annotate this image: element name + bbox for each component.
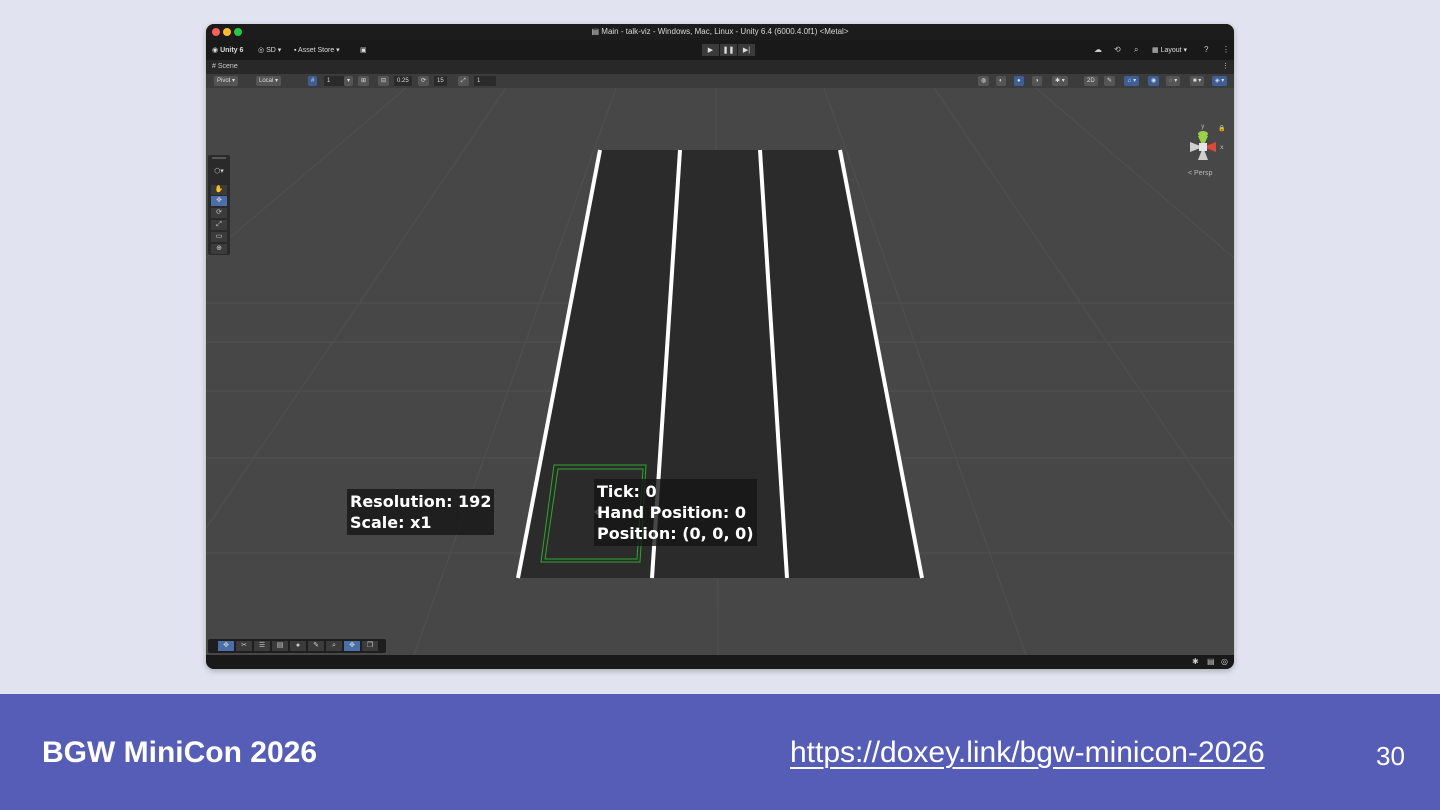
rotate-tool-icon[interactable]: ⟳ (211, 208, 227, 218)
tick-text: Tick: 0 (597, 482, 657, 501)
resolution-info-label: Resolution: 192 Scale: x1 (347, 489, 495, 535)
document-icon: ▤ (591, 27, 602, 36)
scale-tool-icon[interactable]: ⤢ (211, 220, 227, 230)
window-title: ▤ Main - talk-viz - Windows, Mac, Linux … (591, 27, 849, 36)
lighting-toggle-icon[interactable]: ✎ (1104, 76, 1116, 86)
more-options-icon[interactable]: ⋮ (1222, 45, 1230, 54)
camera-icon[interactable]: ■ ▾ (1190, 76, 1205, 86)
move-overlay-icon[interactable]: ✥ (218, 641, 234, 651)
account-icon: ◎ (258, 47, 267, 54)
grid-size-field[interactable]: 1 (324, 76, 346, 86)
scene-visibility-icon[interactable]: ◌ ▾ (1166, 76, 1181, 86)
scene-toolbar: Pivot ▾ Local ▾ # 1 ▾ ⊞ ⊟ 0.25 ⟳ 15 ⤢ 1 … (206, 74, 1234, 88)
pan-icon[interactable]: ✥ (344, 641, 360, 651)
pivot-dropdown[interactable]: Pivot ▾ (214, 76, 239, 86)
history-icon[interactable]: ⟲ (1114, 45, 1121, 54)
scene-viewport[interactable]: ⬡▾ ✋ ✥ ⟳ ⤢ ▭ ⊕ y x 🔒 < Persp Resolution:… (206, 88, 1234, 655)
panel-drag-handle[interactable] (212, 157, 226, 159)
grid-size-dropdown[interactable]: ▾ (344, 76, 354, 86)
pause-icon: ❚❚ (722, 47, 735, 54)
window-titlebar: ▤ Main - talk-viz - Windows, Mac, Linux … (206, 24, 1234, 40)
unity-menu-button[interactable]: ◉ Unity 6 (212, 46, 243, 54)
step-button[interactable]: ▶| (738, 44, 755, 56)
scale-snap-field[interactable]: 1 (474, 76, 496, 86)
cloud-icon[interactable]: ☁ (1094, 45, 1102, 54)
gizmo-y-label: y (1201, 123, 1205, 130)
hand-info-label: Tick: 0 Hand Position: 0 Position: (0, 0… (594, 479, 757, 546)
step-icon: ▶| (742, 47, 751, 54)
move-tool-icon[interactable]: ✥ (211, 196, 227, 206)
palette-icon[interactable]: ▤ (272, 641, 288, 651)
progress-check-icon[interactable]: ◎ (1221, 657, 1228, 666)
presentation-link[interactable]: https://doxey.link/bgw-minicon-2026 (790, 736, 1265, 770)
position-text: Position: (0, 0, 0) (597, 524, 754, 543)
resolution-text: Resolution: 192 (350, 492, 492, 511)
chevron-down-icon: ▾ (334, 47, 340, 54)
visibility-toggle-icon[interactable]: ◉ (1148, 76, 1160, 86)
grid-icon: # (212, 63, 216, 70)
shaded-wireframe-icon[interactable]: ◐ (996, 76, 1006, 86)
unity-logo-icon: ◉ (212, 47, 221, 54)
play-icon: ▶ (707, 47, 714, 54)
wireframe-icon[interactable]: ◍ (978, 76, 990, 86)
unity-editor-window: ▤ Main - talk-viz - Windows, Mac, Linux … (206, 24, 1234, 669)
increment-snap-icon[interactable]: ⊟ (378, 76, 390, 86)
zoom-icon[interactable]: ⌕ (326, 641, 342, 651)
tilemap-icon[interactable]: ☰ (254, 641, 270, 651)
lock-icon[interactable]: 🔒 (1218, 125, 1225, 132)
status-bar: ✱ ▤ ◎ (206, 655, 1234, 669)
chevron-down-icon: ▾ (1181, 47, 1188, 54)
pause-button[interactable]: ❚❚ (720, 44, 737, 56)
hand-position-text: Hand Position: 0 (597, 503, 746, 522)
play-button[interactable]: ▶ (702, 44, 719, 56)
grid-toggle[interactable]: # (308, 76, 318, 86)
page-number: 30 (1376, 741, 1405, 771)
snap-icon[interactable]: ⊞ (358, 76, 370, 86)
2d-toggle-icon[interactable]: 2D (1084, 76, 1098, 86)
bug-icon[interactable]: ✱ (1192, 657, 1199, 666)
transform-tool-icon[interactable]: ⊕ (211, 244, 227, 254)
hand-tool-icon[interactable]: ✋ (211, 185, 227, 195)
increment-snap-field[interactable]: 0.25 (394, 76, 412, 86)
main-toolbar: ◉ Unity 6 ◎ SD ▾ ▪ Asset Store ▾ ▣ ▶ ❚❚ … (206, 40, 1234, 60)
help-icon[interactable]: ? (1204, 45, 1208, 54)
shaded-icon[interactable]: ● (1014, 76, 1024, 86)
playback-controls: ▶ ❚❚ ▶| (702, 44, 755, 56)
rect-tool-icon[interactable]: ▭ (211, 232, 227, 242)
view-options-icon[interactable]: ⬡▾ (211, 167, 227, 177)
rotation-snap-field[interactable]: 15 (434, 76, 447, 86)
account-button[interactable]: ◎ SD ▾ (258, 46, 281, 54)
layout-icon: ▦ (1152, 47, 1161, 54)
layers-icon[interactable]: ❐ (362, 641, 378, 651)
local-dropdown[interactable]: Local ▾ (256, 76, 282, 86)
gizmo-x-label: x (1220, 144, 1224, 151)
gizmo-center[interactable] (1199, 143, 1207, 151)
scale-text: Scale: x1 (350, 513, 432, 532)
sprite-shape-icon[interactable]: ✂ (236, 641, 252, 651)
circle-icon[interactable]: ● (290, 641, 306, 651)
audio-toggle-icon[interactable]: ♫ ▾ (1124, 76, 1140, 86)
search-icon[interactable]: ⌕ (1134, 45, 1138, 55)
debug-draw-mode-icon[interactable]: ✱ ▾ (1052, 76, 1068, 86)
road (516, 149, 924, 579)
projection-toggle[interactable]: < Persp (1188, 170, 1212, 177)
scene-overlay-toolbar: ✥ ✂ ☰ ▤ ● ✎ ⌕ ✥ ❐ (208, 639, 386, 653)
tab-scene[interactable]: # Scene (212, 63, 238, 70)
paint-icon[interactable]: ✎ (308, 641, 324, 651)
rotation-snap-icon[interactable]: ⟳ (418, 76, 430, 86)
layout-dropdown[interactable]: ▦ Layout ▾ (1152, 46, 1187, 54)
render-mode-icon[interactable]: ◑ (1032, 76, 1042, 86)
gizmos-icon[interactable]: ◈ ▾ (1212, 76, 1228, 86)
chevron-down-icon: ▾ (275, 47, 282, 54)
scene-tab-bar: # Scene ⋮ (206, 60, 1234, 74)
tools-panel: ⬡▾ ✋ ✥ ⟳ ⤢ ▭ ⊕ (208, 155, 230, 255)
package-icon[interactable]: ▣ (360, 46, 367, 54)
cache-icon[interactable]: ▤ (1207, 657, 1215, 666)
grid-icon: # (311, 78, 315, 84)
presentation-title: BGW MiniCon 2026 (42, 736, 318, 769)
scale-snap-icon[interactable]: ⤢ (458, 76, 469, 86)
asset-store-button[interactable]: ▪ Asset Store ▾ (294, 46, 340, 54)
tab-options-icon[interactable]: ⋮ (1222, 62, 1229, 70)
